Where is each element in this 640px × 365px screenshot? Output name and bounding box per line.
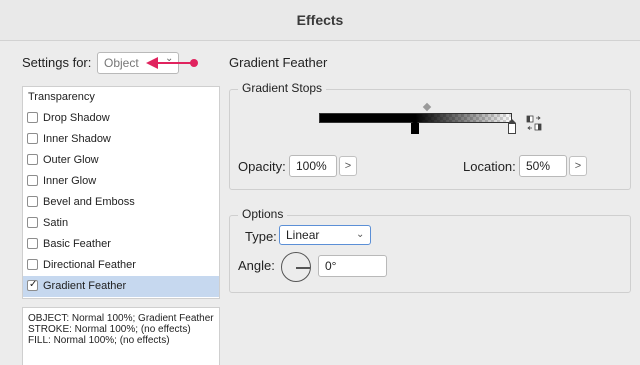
checkbox-icon[interactable] bbox=[27, 259, 38, 270]
checkbox-icon[interactable] bbox=[27, 133, 38, 144]
opacity-step-button[interactable]: > bbox=[339, 156, 357, 176]
angle-label: Angle: bbox=[238, 258, 275, 273]
gradient-stop-white[interactable] bbox=[508, 119, 516, 134]
settings-for-value: Object bbox=[104, 56, 139, 70]
summary-stroke: STROKE: Normal 100%; (no effects) bbox=[28, 324, 191, 335]
effects-dialog: Effects Settings for: Object ⌄ Transpare… bbox=[0, 0, 640, 365]
red-pointer-arrow-icon bbox=[146, 57, 198, 69]
checkbox-icon[interactable] bbox=[27, 238, 38, 249]
opacity-label: Opacity: bbox=[238, 159, 286, 174]
effect-item-directional-feather[interactable]: Directional Feather bbox=[23, 255, 219, 276]
gradient-stops-title: Gradient Stops bbox=[238, 81, 327, 95]
checkbox-icon[interactable] bbox=[27, 196, 38, 207]
location-label: Location: bbox=[463, 159, 516, 174]
settings-for-label: Settings for: bbox=[22, 55, 92, 70]
summary-fill: FILL: Normal 100%; (no effects) bbox=[28, 335, 170, 346]
checkbox-checked-icon[interactable] bbox=[27, 279, 38, 291]
chevron-down-icon: ⌄ bbox=[356, 229, 365, 240]
effect-item-satin[interactable]: Satin bbox=[23, 213, 219, 234]
summary-object: OBJECT: Normal 100%; Gradient Feather bbox=[28, 313, 214, 324]
effect-item-outer-glow[interactable]: Outer Glow bbox=[23, 150, 219, 171]
dialog-title: Effects bbox=[296, 12, 344, 28]
checkbox-icon[interactable] bbox=[27, 217, 38, 228]
effects-list: Transparency Drop Shadow Inner Shadow Ou… bbox=[22, 86, 220, 299]
panel-title: Gradient Feather bbox=[229, 55, 328, 70]
options-title: Options bbox=[238, 207, 288, 221]
angle-dial-icon[interactable] bbox=[281, 252, 311, 282]
angle-input[interactable]: 0° bbox=[318, 255, 387, 277]
effects-summary: OBJECT: Normal 100%; Gradient Feather ST… bbox=[22, 307, 220, 365]
effect-item-basic-feather[interactable]: Basic Feather bbox=[23, 234, 219, 255]
effect-item-inner-shadow[interactable]: Inner Shadow bbox=[23, 129, 219, 150]
reverse-gradient-icon[interactable] bbox=[526, 115, 542, 131]
location-step-button[interactable]: > bbox=[569, 156, 587, 176]
effect-item-drop-shadow[interactable]: Drop Shadow bbox=[23, 108, 219, 129]
checkbox-icon[interactable] bbox=[27, 175, 38, 186]
type-label: Type: bbox=[245, 229, 277, 244]
effect-item-inner-glow[interactable]: Inner Glow bbox=[23, 171, 219, 192]
title-bar: Effects bbox=[0, 0, 640, 41]
checkbox-icon[interactable] bbox=[27, 112, 38, 123]
list-header-transparency[interactable]: Transparency bbox=[23, 87, 219, 108]
gradient-stop-black[interactable] bbox=[411, 120, 419, 134]
effect-item-bevel-and-emboss[interactable]: Bevel and Emboss bbox=[23, 192, 219, 213]
location-input[interactable]: 50% bbox=[519, 155, 567, 177]
checkbox-icon[interactable] bbox=[27, 154, 38, 165]
effect-item-gradient-feather[interactable]: Gradient Feather bbox=[23, 276, 219, 297]
opacity-input[interactable]: 100% bbox=[289, 155, 337, 177]
